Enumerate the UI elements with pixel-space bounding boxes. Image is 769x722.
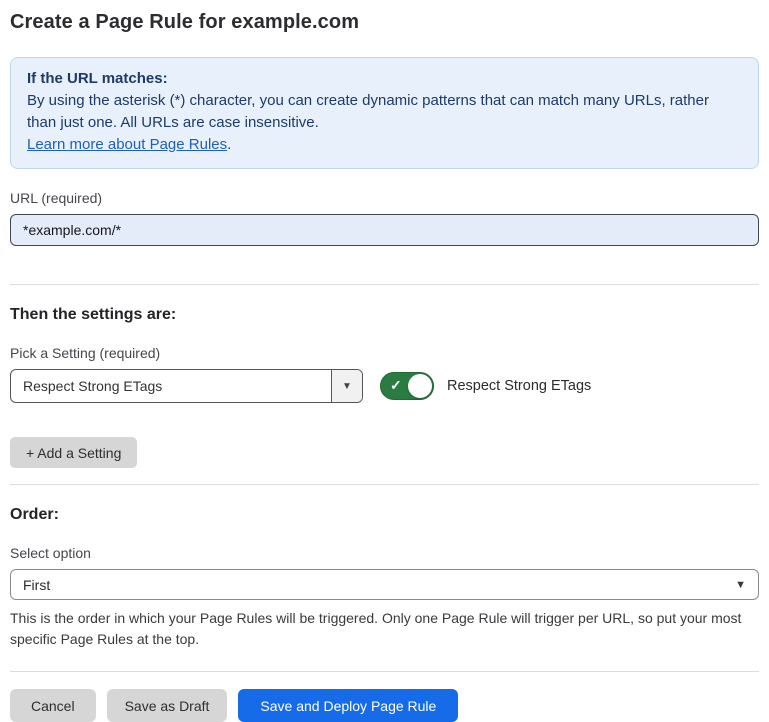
url-field-label: URL (required): [10, 190, 759, 206]
info-box-heading: If the URL matches:: [27, 68, 742, 90]
learn-more-link[interactable]: Learn more about Page Rules: [27, 136, 227, 153]
order-help-text: This is the order in which your Page Rul…: [10, 608, 750, 650]
toggle-label: Respect Strong ETags: [447, 378, 591, 394]
link-suffix: .: [227, 136, 231, 153]
toggle-knob: [408, 374, 432, 398]
setting-select[interactable]: Respect Strong ETags ▼: [10, 369, 363, 403]
setting-select-value: Respect Strong ETags: [11, 370, 331, 402]
divider: [10, 284, 759, 285]
chevron-down-icon: ▼: [735, 579, 758, 591]
url-input[interactable]: [10, 214, 759, 246]
order-section-heading: Order:: [10, 506, 759, 524]
page-title: Create a Page Rule for example.com: [10, 11, 759, 34]
divider: [10, 484, 759, 485]
pick-setting-label: Pick a Setting (required): [10, 345, 759, 361]
form-actions: Cancel Save as Draft Save and Deploy Pag…: [10, 689, 759, 722]
check-icon: ✓: [390, 377, 402, 394]
order-select[interactable]: First ▼: [10, 569, 759, 600]
info-box-link-line: Learn more about Page Rules.: [27, 134, 742, 156]
save-draft-button[interactable]: Save as Draft: [107, 689, 228, 722]
settings-section-heading: Then the settings are:: [10, 306, 759, 324]
info-box-body: By using the asterisk (*) character, you…: [27, 90, 742, 134]
url-matches-info-box: If the URL matches: By using the asteris…: [10, 57, 759, 169]
add-setting-button[interactable]: + Add a Setting: [10, 437, 137, 468]
order-select-label: Select option: [10, 545, 759, 561]
order-select-value: First: [11, 577, 735, 593]
chevron-down-icon[interactable]: ▼: [331, 370, 362, 402]
setting-toggle[interactable]: ✓: [380, 372, 434, 400]
save-deploy-button[interactable]: Save and Deploy Page Rule: [238, 689, 458, 722]
divider: [10, 671, 759, 672]
setting-row: Respect Strong ETags ▼ ✓ Respect Strong …: [10, 369, 759, 403]
cancel-button[interactable]: Cancel: [10, 689, 96, 722]
create-page-rule-form: Create a Page Rule for example.com If th…: [0, 0, 769, 722]
